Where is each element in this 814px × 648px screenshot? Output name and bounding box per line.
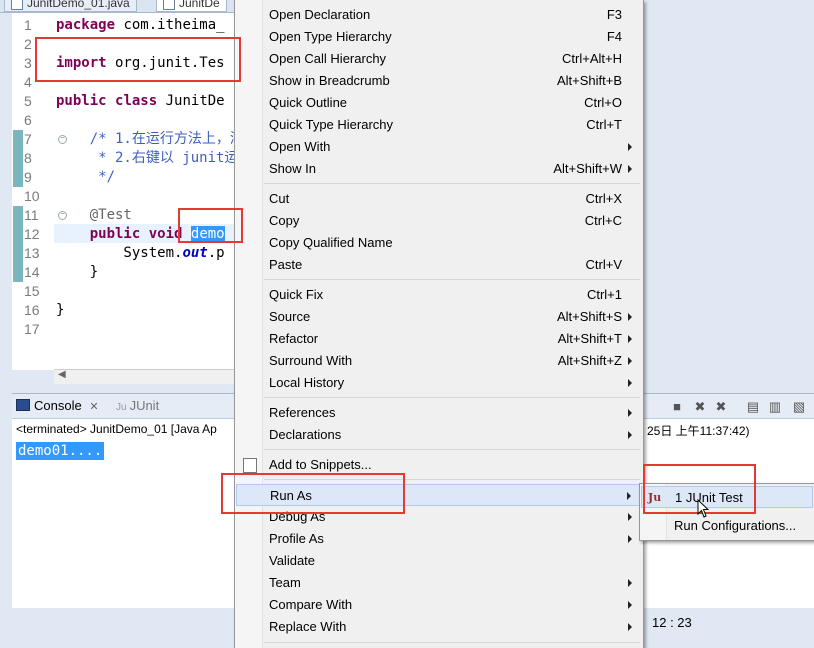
menu-item-copy[interactable]: Copy Ctrl+C bbox=[236, 210, 640, 232]
menu-item-compare-with[interactable]: Compare With bbox=[236, 594, 640, 616]
code-line: @Test bbox=[56, 207, 132, 223]
menu-separator bbox=[264, 279, 640, 280]
submenu-arrow-icon bbox=[627, 492, 631, 500]
pin-console-icon[interactable]: ▧ bbox=[792, 400, 806, 414]
line-number: 6 bbox=[24, 112, 32, 128]
editor-tab-bar: JunitDemo_01.java JunitDe bbox=[0, 0, 240, 13]
annotation-box-method bbox=[178, 208, 243, 243]
menu-item-show-in-breadcrumb[interactable]: Show in Breadcrumb Alt+Shift+B bbox=[236, 70, 640, 92]
line-number: 12 bbox=[24, 226, 40, 242]
menu-item-local-history[interactable]: Local History bbox=[236, 372, 640, 394]
line-number: 16 bbox=[24, 302, 40, 318]
submenu-arrow-icon bbox=[628, 313, 632, 321]
console-output: demo01.... bbox=[16, 442, 105, 460]
code-line: /* 1.在运行方法上，添 bbox=[56, 131, 244, 147]
menu-item-run-configurations[interactable]: Run Configurations... bbox=[641, 515, 813, 537]
console-header: <terminated> JunitDemo_01 [Java Ap 25日 上午… bbox=[16, 422, 750, 438]
tab-junitdemo-01[interactable]: JunitDemo_01.java bbox=[4, 0, 137, 12]
menu-item-paste[interactable]: Paste Ctrl+V bbox=[236, 254, 640, 276]
submenu-arrow-icon bbox=[628, 379, 632, 387]
menu-item-replace-with[interactable]: Replace With bbox=[236, 616, 640, 638]
menu-separator bbox=[264, 642, 640, 643]
line-number: 14 bbox=[24, 264, 40, 280]
menu-separator bbox=[264, 183, 640, 184]
context-menu: Open Declaration F3 Open Type Hierarchy F4… bbox=[234, 0, 644, 648]
menu-item-quick-outline[interactable]: Quick Outline Ctrl+O bbox=[236, 92, 640, 114]
menu-item-team[interactable]: Team bbox=[236, 572, 640, 594]
code-line: System.out.p bbox=[56, 245, 225, 261]
change-marker bbox=[13, 206, 23, 282]
line-number: 9 bbox=[24, 169, 32, 185]
menu-item-refactor[interactable]: Refactor Alt+Shift+T bbox=[236, 328, 640, 350]
scroll-lock-icon[interactable]: ▥ bbox=[768, 400, 782, 414]
submenu-arrow-icon bbox=[628, 431, 632, 439]
submenu-arrow-icon bbox=[628, 579, 632, 587]
mouse-cursor-icon bbox=[697, 499, 710, 518]
submenu-arrow-icon bbox=[628, 409, 632, 417]
tab-junitde[interactable]: JunitDe bbox=[156, 0, 227, 12]
overview-ruler bbox=[12, 13, 18, 370]
clear-console-icon[interactable]: ▤ bbox=[746, 400, 760, 414]
menu-item-surround-with[interactable]: Surround With Alt+Shift+Z bbox=[236, 350, 640, 372]
menu-item-open-type-hierarchy[interactable]: Open Type Hierarchy F4 bbox=[236, 26, 640, 48]
menu-item-source[interactable]: Source Alt+Shift+S bbox=[236, 306, 640, 328]
line-number: 13 bbox=[24, 245, 40, 261]
submenu-arrow-icon bbox=[628, 357, 632, 365]
cursor-position: 12 : 23 bbox=[652, 615, 692, 630]
menu-item-open-call-hierarchy[interactable]: Open Call Hierarchy Ctrl+Alt+H bbox=[236, 48, 640, 70]
submenu-arrow-icon bbox=[628, 143, 632, 151]
menu-item-quick-fix[interactable]: Quick Fix Ctrl+1 bbox=[236, 284, 640, 306]
line-number: 8 bbox=[24, 150, 32, 166]
remove-launch-icon[interactable]: ✖ bbox=[693, 400, 707, 414]
line-number: 11 bbox=[24, 207, 39, 223]
line-number: 5 bbox=[24, 93, 32, 109]
submenu-arrow-icon bbox=[628, 513, 632, 521]
menu-item-declarations[interactable]: Declarations bbox=[236, 424, 640, 446]
junit-icon: Ju bbox=[116, 402, 127, 413]
java-file-icon bbox=[11, 0, 23, 10]
menu-item-open-with[interactable]: Open With bbox=[236, 136, 640, 158]
code-line: } bbox=[56, 302, 65, 318]
annotation-box-run-as bbox=[221, 473, 405, 514]
java-file-icon bbox=[163, 0, 175, 10]
submenu-arrow-icon bbox=[628, 335, 632, 343]
menu-separator bbox=[264, 449, 640, 450]
tab-junit[interactable]: Ju JUnit bbox=[116, 398, 159, 416]
submenu-arrow-icon bbox=[628, 623, 632, 631]
annotation-box-import bbox=[35, 37, 241, 82]
line-number: 7 bbox=[24, 131, 32, 147]
line-number: 10 bbox=[24, 188, 40, 204]
scroll-left-icon[interactable]: ◀ bbox=[58, 369, 66, 380]
code-line: */ bbox=[56, 169, 116, 185]
menu-item-validate[interactable]: Validate bbox=[236, 550, 640, 572]
menu-separator bbox=[264, 397, 640, 398]
code-line: * 2.右键以 junit运 bbox=[56, 150, 239, 166]
line-number: 15 bbox=[24, 283, 40, 299]
code-line: } bbox=[56, 264, 99, 280]
tab-console[interactable]: Console ✕ bbox=[16, 398, 99, 415]
console-icon bbox=[16, 399, 30, 411]
terminate-icon[interactable]: ■ bbox=[670, 400, 684, 414]
change-marker bbox=[13, 130, 23, 187]
menu-item-open-declaration[interactable]: Open Declaration F3 bbox=[236, 4, 640, 26]
menu-item-show-in[interactable]: Show In Alt+Shift+W bbox=[236, 158, 640, 180]
submenu-arrow-icon bbox=[628, 535, 632, 543]
close-icon[interactable]: ✕ bbox=[89, 401, 98, 413]
menu-item-cut[interactable]: Cut Ctrl+X bbox=[236, 188, 640, 210]
code-line: public class JunitDe bbox=[56, 93, 225, 109]
submenu-arrow-icon bbox=[628, 165, 632, 173]
line-number: 17 bbox=[24, 321, 40, 337]
snippet-icon bbox=[243, 458, 257, 473]
line-number: 1 bbox=[24, 17, 32, 33]
menu-item-references[interactable]: References bbox=[236, 402, 640, 424]
menu-item-quick-type-hierarchy[interactable]: Quick Type Hierarchy Ctrl+T bbox=[236, 114, 640, 136]
remove-all-icon[interactable]: ✖ bbox=[714, 400, 728, 414]
menu-item-profile-as[interactable]: Profile As bbox=[236, 528, 640, 550]
menu-item-copy-qualified-name[interactable]: Copy Qualified Name bbox=[236, 232, 640, 254]
submenu-arrow-icon bbox=[628, 601, 632, 609]
code-line: package com.itheima_ bbox=[56, 17, 225, 33]
